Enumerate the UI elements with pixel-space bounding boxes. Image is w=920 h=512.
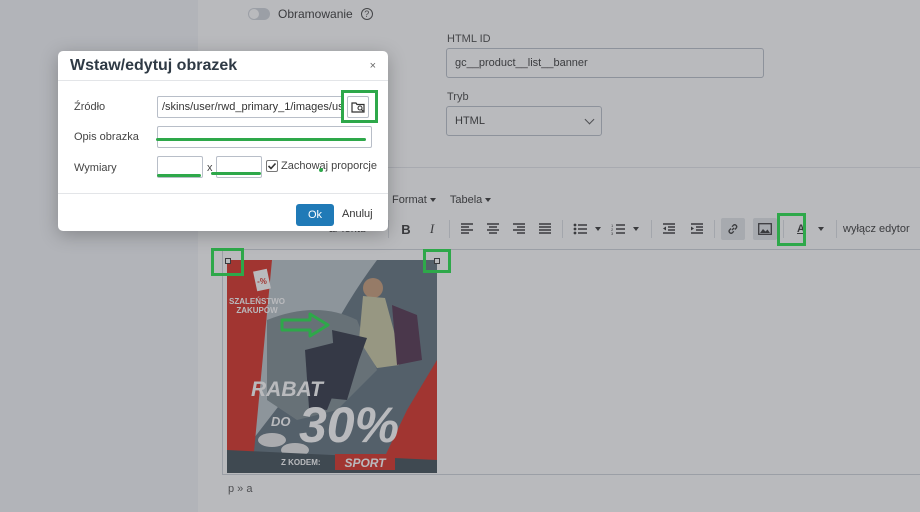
ok-button[interactable]: Ok	[296, 204, 334, 226]
dialog-title: Wstaw/edytuj obrazek	[70, 56, 238, 74]
cancel-button[interactable]: Anuluj	[342, 208, 373, 220]
dialog-header: Wstaw/edytuj obrazek ×	[58, 51, 388, 81]
image-dialog: Wstaw/edytuj obrazek × Źródło /skins/use…	[58, 51, 388, 231]
highlight-browse-button	[341, 90, 378, 123]
source-label: Źródło	[74, 101, 106, 113]
alt-label: Opis obrazka	[74, 131, 139, 143]
source-value: /skins/user/rwd_primary_1/images/use	[162, 101, 343, 113]
highlight-underline-alt	[156, 138, 366, 141]
source-input[interactable]: /skins/user/rwd_primary_1/images/use	[157, 96, 343, 118]
keep-ratio-label: Zachowaj proporcje	[281, 160, 377, 172]
ok-label: Ok	[307, 209, 323, 221]
alt-input[interactable]	[157, 126, 372, 148]
dialog-footer: Ok Anuluj	[58, 193, 388, 231]
highlight-resize-handle-left	[211, 248, 244, 276]
dimensions-label: Wymiary	[74, 162, 117, 174]
highlight-resize-handle-right	[423, 249, 451, 273]
page: Obramowanie ? HTML ID gc__product__list_…	[0, 0, 920, 512]
close-icon[interactable]: ×	[370, 60, 376, 72]
highlight-underline-width	[157, 174, 201, 177]
highlight-dot	[319, 168, 323, 172]
highlight-underline-height	[211, 172, 261, 175]
highlight-arrow	[280, 312, 330, 338]
check-icon	[267, 162, 277, 170]
highlight-insert-image-button	[777, 213, 806, 246]
keep-ratio-checkbox[interactable]	[266, 160, 278, 172]
